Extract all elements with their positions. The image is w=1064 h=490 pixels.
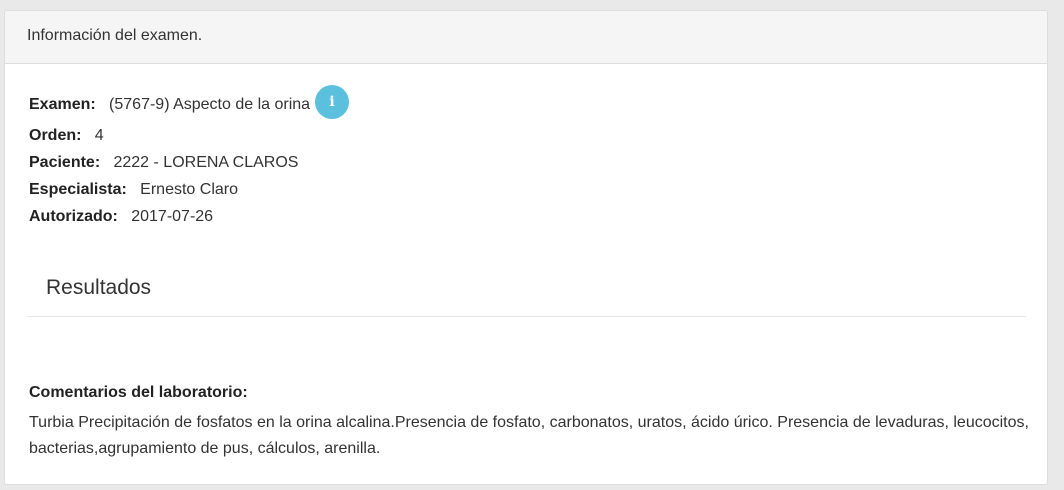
patient-value: 2222 - LORENA CLAROS xyxy=(113,154,299,171)
specialist-value: Ernesto Claro xyxy=(140,181,238,198)
panel-heading: Información del examen. xyxy=(5,11,1047,64)
authorized-label: Autorizado: xyxy=(29,208,118,225)
specialist-label: Especialista: xyxy=(29,181,127,198)
exam-value: (5767-9) Aspecto de la orina xyxy=(109,96,311,114)
lab-comments-text: Turbia Precipitación de fosfatos en la o… xyxy=(29,414,1029,457)
patient-row: Paciente: 2222 - LORENA CLAROS xyxy=(29,153,298,173)
order-row: Orden: 4 xyxy=(29,126,104,146)
authorized-value: 2017-07-26 xyxy=(131,208,214,225)
exam-info-panel: Información del examen. Examen: (5767-9)… xyxy=(4,10,1048,485)
results-divider xyxy=(27,316,1026,317)
exam-row: Examen: (5767-9) Aspecto de la orina i xyxy=(29,85,350,119)
authorized-row: Autorizado: 2017-07-26 xyxy=(29,207,213,227)
specialist-row: Especialista: Ernesto Claro xyxy=(29,180,238,200)
exam-label: Examen: xyxy=(29,96,96,114)
patient-label: Paciente: xyxy=(29,154,101,171)
results-title: Resultados xyxy=(46,276,152,299)
info-icon[interactable]: i xyxy=(315,85,350,119)
order-label: Orden: xyxy=(29,127,82,144)
order-value: 4 xyxy=(94,127,104,144)
lab-comments-label: Comentarios del laboratorio: xyxy=(29,384,248,401)
